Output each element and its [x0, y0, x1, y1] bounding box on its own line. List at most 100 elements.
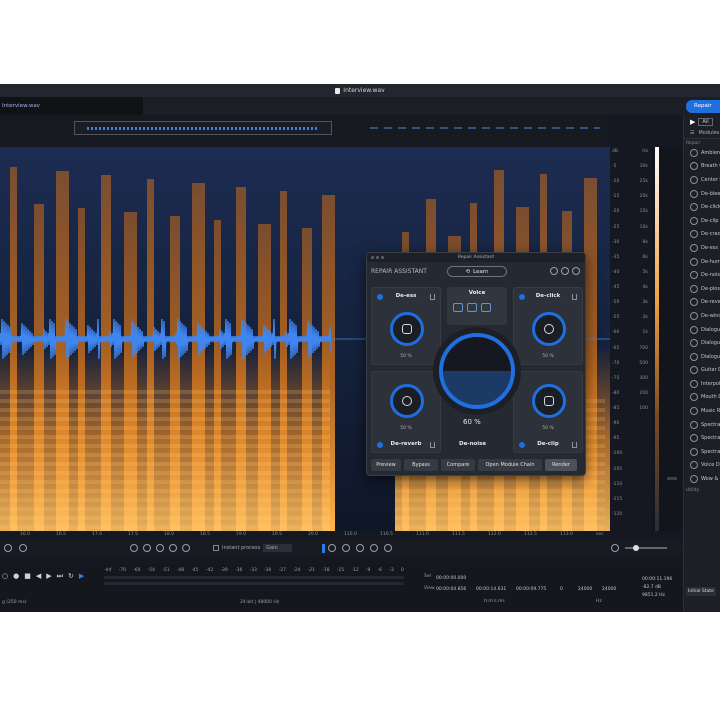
instrument-icon[interactable] — [481, 303, 491, 312]
zoom-out-icon[interactable] — [143, 544, 151, 552]
display-icon[interactable] — [19, 544, 27, 552]
view-value[interactable]: 24000 — [578, 587, 602, 592]
module-item[interactable]: Dialogue Isolate — [684, 336, 720, 350]
module-card-de-ess[interactable]: De-ess 50 % — [371, 287, 441, 365]
trash-icon[interactable] — [572, 442, 577, 448]
hz-tick: Hz — [642, 149, 648, 154]
time-selection-tool[interactable] — [321, 543, 325, 553]
freq-axis-tick: -25 10k — [612, 225, 648, 230]
module-item[interactable]: Dialogue De-reverb — [684, 350, 720, 364]
open-module-chain-button[interactable]: Open Module Chain — [478, 459, 542, 471]
waveform-overview[interactable] — [0, 115, 610, 147]
module-item[interactable]: Spectral Recovery — [684, 431, 720, 445]
module-item[interactable]: Dialogue Contour — [684, 323, 720, 337]
module-item[interactable]: Wow & Flutter — [684, 472, 720, 486]
zoom-selection-icon[interactable] — [156, 544, 164, 552]
freq-axis-tick: -60 1k — [612, 330, 648, 335]
module-item[interactable]: Interpolate — [684, 377, 720, 391]
view-value[interactable]: 00:00:09.775 — [516, 587, 560, 592]
module-item[interactable]: Spectral Repair — [684, 445, 720, 459]
bypass-button[interactable]: Bypass — [404, 459, 438, 471]
grid-icon[interactable] — [4, 544, 12, 552]
zoom-slider[interactable] — [611, 544, 667, 552]
module-item[interactable]: Breath Control — [684, 160, 720, 174]
rect-selection-icon[interactable] — [327, 544, 336, 552]
module-item[interactable]: De-clip — [684, 214, 720, 228]
overall-strength-knob[interactable] — [433, 327, 521, 415]
voice-type-selector[interactable]: Voice — [447, 287, 507, 325]
module-item[interactable]: De-ess — [684, 241, 720, 255]
settings-icon[interactable] — [561, 267, 569, 275]
rewind-icon[interactable]: ◀ — [36, 572, 41, 581]
record-icon[interactable]: ● — [13, 572, 19, 581]
learn-button[interactable]: ⟲ Learn — [447, 266, 507, 277]
lasso-icon[interactable] — [355, 544, 364, 552]
strength-knob[interactable] — [390, 312, 424, 346]
modules-header[interactable]: ☰ Modules — [684, 128, 720, 139]
module-item[interactable]: Voice De-noise — [684, 459, 720, 473]
view-value[interactable]: 24000 — [602, 587, 632, 592]
module-icon — [690, 243, 698, 252]
stop-icon[interactable]: ■ — [24, 572, 31, 581]
module-item[interactable]: Spectral De-noise — [684, 418, 720, 432]
module-item[interactable]: De-noise — [684, 268, 720, 282]
brush-icon[interactable] — [369, 544, 378, 552]
zoom-in-icon[interactable] — [130, 544, 138, 552]
headphones-icon[interactable] — [550, 267, 558, 275]
strength-knob[interactable] — [390, 384, 424, 418]
trash-icon[interactable] — [430, 442, 435, 448]
magic-wand-icon[interactable] — [383, 544, 392, 552]
module-item[interactable]: Center Extract — [684, 173, 720, 187]
view-value[interactable]: 00:00:14.631 — [476, 587, 516, 592]
skip-icon[interactable]: ⏭ — [57, 572, 63, 581]
zoom-fit-icon[interactable] — [169, 544, 177, 552]
hand-icon[interactable] — [182, 544, 190, 552]
freq-selection-icon[interactable] — [341, 544, 350, 552]
play-icon[interactable]: ▶ — [690, 118, 695, 126]
module-filter[interactable]: ▶ All — [684, 115, 720, 128]
module-item[interactable]: Guitar De-noise — [684, 364, 720, 378]
repair-button[interactable]: Repair — [686, 100, 720, 113]
module-item[interactable]: De-hum — [684, 255, 720, 269]
voice-icon[interactable] — [453, 303, 463, 312]
compare-button[interactable]: Compare — [441, 459, 475, 471]
module-icon — [690, 189, 698, 198]
module-card-de-reverb[interactable]: 50 % De-reverb — [371, 371, 441, 453]
db-tick: -10 — [612, 179, 620, 185]
zoom-slider-track[interactable] — [625, 545, 667, 551]
module-item[interactable]: De-plosive — [684, 282, 720, 296]
module-item[interactable]: De-wind — [684, 309, 720, 323]
scrub-icon[interactable]: ▶ — [79, 572, 84, 581]
module-item[interactable]: De-click — [684, 200, 720, 214]
strength-knob[interactable] — [532, 312, 566, 346]
meter-handle[interactable] — [667, 477, 677, 480]
render-button[interactable]: Render — [545, 459, 577, 471]
file-tab[interactable]: Interview.wav — [0, 97, 143, 115]
module-item[interactable]: De-reverb — [684, 296, 720, 310]
loop-icon[interactable]: ○ — [2, 572, 8, 581]
music-icon[interactable] — [467, 303, 477, 312]
module-item[interactable]: Music Rebalance — [684, 404, 720, 418]
window-controls[interactable] — [371, 256, 384, 259]
module-card-de-clip[interactable]: 50 % De-clip — [513, 371, 583, 453]
instant-process-mode[interactable]: Gain — [263, 544, 292, 552]
strength-knob[interactable] — [532, 384, 566, 418]
history-initial-state[interactable]: Initial State — [686, 587, 716, 596]
trash-icon[interactable] — [430, 294, 435, 300]
module-item[interactable]: Ambience Match — [684, 146, 720, 160]
view-value[interactable]: 00:00:04.856 — [436, 587, 476, 592]
preview-button[interactable]: Preview — [371, 459, 401, 471]
trash-icon[interactable] — [572, 294, 577, 300]
play-icon[interactable]: ▶ — [46, 572, 51, 581]
instant-process-checkbox[interactable] — [213, 545, 219, 551]
view-value[interactable]: 0 — [560, 587, 578, 592]
time-axis: 16.0 16.5 17.0 17.5 18.0 18.5 19.0 19.5 20.0 110.… — [0, 531, 610, 540]
help-icon[interactable] — [572, 267, 580, 275]
sel-start[interactable]: 00:00:00.000 — [436, 576, 466, 581]
overview-selection[interactable] — [74, 121, 332, 135]
module-item[interactable]: Mouth De-click — [684, 391, 720, 405]
module-item[interactable]: De-bleed — [684, 187, 720, 201]
module-item[interactable]: De-crackle — [684, 228, 720, 242]
module-card-de-click[interactable]: De-click 50 % — [513, 287, 583, 365]
repeat-icon[interactable]: ↻ — [68, 572, 74, 581]
